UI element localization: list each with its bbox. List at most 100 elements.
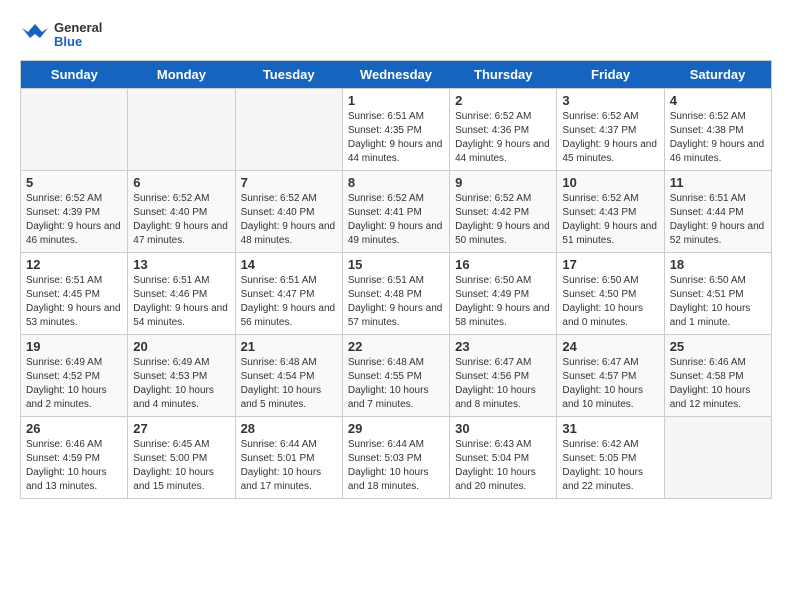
day-info: Sunrise: 6:52 AMSunset: 4:42 PMDaylight:… [455,192,551,248]
day-info: Sunrise: 6:47 AMSunset: 4:56 PMDaylight:… [455,356,551,412]
day-number: 18 [670,257,766,272]
weekday-header-sunday: Sunday [21,61,128,89]
day-number: 10 [562,175,658,190]
calendar-cell: 22 Sunrise: 6:48 AMSunset: 4:55 PMDayligh… [342,335,449,417]
day-number: 23 [455,339,551,354]
day-info: Sunrise: 6:48 AMSunset: 4:54 PMDaylight:… [241,356,337,412]
weekday-header-tuesday: Tuesday [235,61,342,89]
calendar-cell: 18 Sunrise: 6:50 AMSunset: 4:51 PMDayligh… [664,253,771,335]
day-number: 19 [26,339,122,354]
day-number: 26 [26,421,122,436]
day-number: 27 [133,421,229,436]
day-number: 7 [241,175,337,190]
day-number: 22 [348,339,444,354]
day-number: 4 [670,93,766,108]
day-number: 1 [348,93,444,108]
logo-bird-icon [20,20,50,50]
day-info: Sunrise: 6:52 AMSunset: 4:43 PMDaylight:… [562,192,658,248]
day-number: 29 [348,421,444,436]
day-number: 11 [670,175,766,190]
day-info: Sunrise: 6:52 AMSunset: 4:39 PMDaylight:… [26,192,122,248]
day-number: 14 [241,257,337,272]
calendar-cell: 2 Sunrise: 6:52 AMSunset: 4:36 PMDaylight… [450,89,557,171]
weekday-header-row: SundayMondayTuesdayWednesdayThursdayFrid… [21,61,772,89]
day-info: Sunrise: 6:51 AMSunset: 4:45 PMDaylight:… [26,274,122,330]
weekday-header-thursday: Thursday [450,61,557,89]
day-number: 9 [455,175,551,190]
day-info: Sunrise: 6:51 AMSunset: 4:44 PMDaylight:… [670,192,766,248]
calendar-cell: 21 Sunrise: 6:48 AMSunset: 4:54 PMDayligh… [235,335,342,417]
day-info: Sunrise: 6:46 AMSunset: 4:59 PMDaylight:… [26,438,122,494]
day-number: 17 [562,257,658,272]
calendar-cell: 19Sunrise: 6:49 AMSunset: 4:52 PMDayligh… [21,335,128,417]
day-info: Sunrise: 6:51 AMSunset: 4:48 PMDaylight:… [348,274,444,330]
day-info: Sunrise: 6:51 AMSunset: 4:47 PMDaylight:… [241,274,337,330]
calendar-cell: 13 Sunrise: 6:51 AMSunset: 4:46 PMDayligh… [128,253,235,335]
day-info: Sunrise: 6:51 AMSunset: 4:35 PMDaylight:… [348,110,444,166]
calendar-cell: 24 Sunrise: 6:47 AMSunset: 4:57 PMDayligh… [557,335,664,417]
calendar-week-row: 5 Sunrise: 6:52 AMSunset: 4:39 PMDaylight… [21,171,772,253]
calendar-cell: 23 Sunrise: 6:47 AMSunset: 4:56 PMDayligh… [450,335,557,417]
day-number: 3 [562,93,658,108]
day-info: Sunrise: 6:52 AMSunset: 4:40 PMDaylight:… [241,192,337,248]
day-info: Sunrise: 6:52 AMSunset: 4:41 PMDaylight:… [348,192,444,248]
day-info: Sunrise: 6:50 AMSunset: 4:50 PMDaylight:… [562,274,658,330]
day-number: 28 [241,421,337,436]
calendar-cell: 10 Sunrise: 6:52 AMSunset: 4:43 PMDayligh… [557,171,664,253]
calendar-cell: 1 Sunrise: 6:51 AMSunset: 4:35 PMDaylight… [342,89,449,171]
calendar-cell: 15 Sunrise: 6:51 AMSunset: 4:48 PMDayligh… [342,253,449,335]
logo: General Blue [20,20,102,50]
calendar-cell: 29 Sunrise: 6:44 AMSunset: 5:03 PMDayligh… [342,417,449,499]
day-info: Sunrise: 6:52 AMSunset: 4:36 PMDaylight:… [455,110,551,166]
day-info: Sunrise: 6:42 AMSunset: 5:05 PMDaylight:… [562,438,658,494]
calendar-cell: 12Sunrise: 6:51 AMSunset: 4:45 PMDayligh… [21,253,128,335]
calendar-cell: 27 Sunrise: 6:45 AMSunset: 5:00 PMDayligh… [128,417,235,499]
weekday-header-monday: Monday [128,61,235,89]
calendar-cell: 20 Sunrise: 6:49 AMSunset: 4:53 PMDayligh… [128,335,235,417]
day-number: 31 [562,421,658,436]
day-info: Sunrise: 6:44 AMSunset: 5:01 PMDaylight:… [241,438,337,494]
calendar-week-row: 26 Sunrise: 6:46 AMSunset: 4:59 PMDayligh… [21,417,772,499]
calendar-cell: 14 Sunrise: 6:51 AMSunset: 4:47 PMDayligh… [235,253,342,335]
calendar-week-row: 1 Sunrise: 6:51 AMSunset: 4:35 PMDaylight… [21,89,772,171]
calendar-cell: 6Sunrise: 6:52 AMSunset: 4:40 PMDaylight… [128,171,235,253]
calendar-cell: 8 Sunrise: 6:52 AMSunset: 4:41 PMDaylight… [342,171,449,253]
logo-text: General Blue [54,21,102,50]
day-number: 15 [348,257,444,272]
day-info: Sunrise: 6:46 AMSunset: 4:58 PMDaylight:… [670,356,766,412]
calendar-cell: 3Sunrise: 6:52 AMSunset: 4:37 PMDaylight… [557,89,664,171]
day-info: Sunrise: 6:49 AMSunset: 4:53 PMDaylight:… [133,356,229,412]
page-header: General Blue [20,20,772,50]
calendar-cell: 17 Sunrise: 6:50 AMSunset: 4:50 PMDayligh… [557,253,664,335]
calendar-cell: 9 Sunrise: 6:52 AMSunset: 4:42 PMDaylight… [450,171,557,253]
day-info: Sunrise: 6:52 AMSunset: 4:40 PMDaylight:… [133,192,229,248]
weekday-header-wednesday: Wednesday [342,61,449,89]
calendar-cell: 4 Sunrise: 6:52 AMSunset: 4:38 PMDaylight… [664,89,771,171]
calendar-week-row: 12Sunrise: 6:51 AMSunset: 4:45 PMDayligh… [21,253,772,335]
calendar-cell: 26 Sunrise: 6:46 AMSunset: 4:59 PMDayligh… [21,417,128,499]
calendar-cell: 31 Sunrise: 6:42 AMSunset: 5:05 PMDayligh… [557,417,664,499]
day-info: Sunrise: 6:45 AMSunset: 5:00 PMDaylight:… [133,438,229,494]
day-info: Sunrise: 6:52 AMSunset: 4:38 PMDaylight:… [670,110,766,166]
calendar-cell [664,417,771,499]
calendar-cell [21,89,128,171]
day-number: 24 [562,339,658,354]
calendar-table: SundayMondayTuesdayWednesdayThursdayFrid… [20,60,772,499]
day-number: 13 [133,257,229,272]
weekday-header-friday: Friday [557,61,664,89]
day-number: 30 [455,421,551,436]
calendar-cell [128,89,235,171]
day-number: 20 [133,339,229,354]
day-info: Sunrise: 6:51 AMSunset: 4:46 PMDaylight:… [133,274,229,330]
day-info: Sunrise: 6:47 AMSunset: 4:57 PMDaylight:… [562,356,658,412]
day-info: Sunrise: 6:48 AMSunset: 4:55 PMDaylight:… [348,356,444,412]
day-info: Sunrise: 6:44 AMSunset: 5:03 PMDaylight:… [348,438,444,494]
day-number: 21 [241,339,337,354]
calendar-week-row: 19Sunrise: 6:49 AMSunset: 4:52 PMDayligh… [21,335,772,417]
calendar-cell: 11 Sunrise: 6:51 AMSunset: 4:44 PMDayligh… [664,171,771,253]
day-number: 8 [348,175,444,190]
day-info: Sunrise: 6:50 AMSunset: 4:51 PMDaylight:… [670,274,766,330]
day-number: 2 [455,93,551,108]
weekday-header-saturday: Saturday [664,61,771,89]
day-number: 5 [26,175,122,190]
